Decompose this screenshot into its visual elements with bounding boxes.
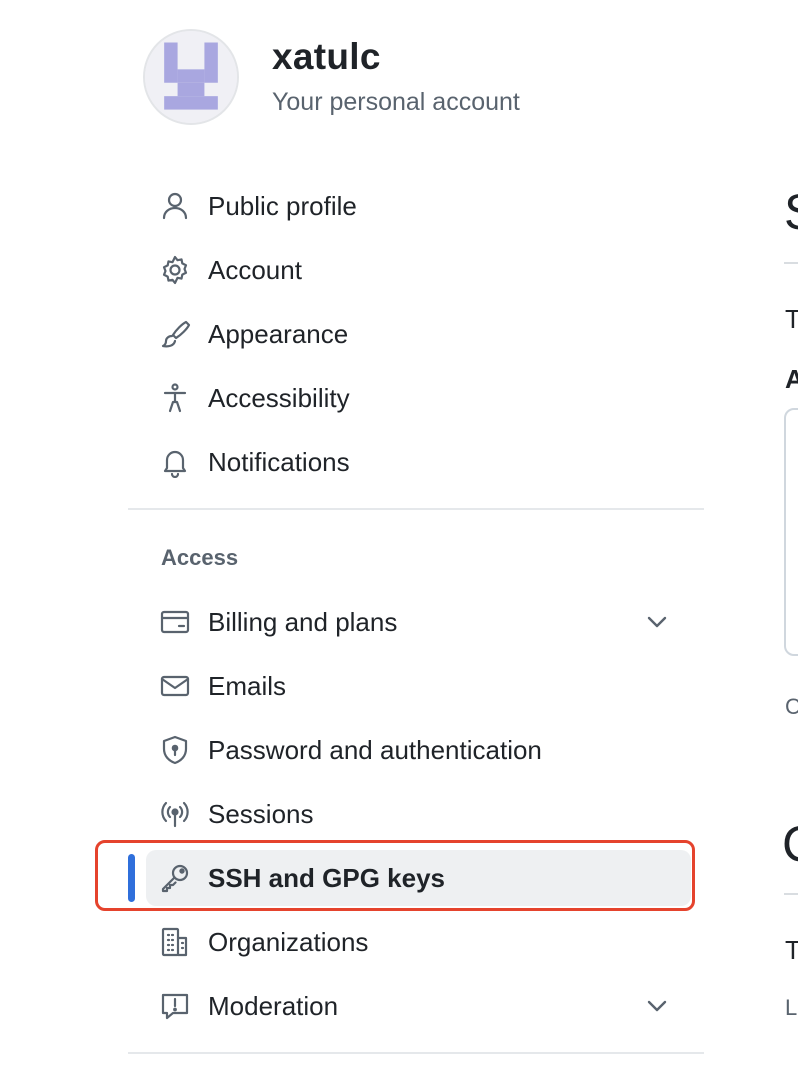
sidebar-item-label: Public profile xyxy=(208,190,357,221)
broadcast-icon xyxy=(158,797,192,831)
sidebar-item-label: Appearance xyxy=(208,318,349,349)
account-username[interactable]: xatulc xyxy=(272,36,381,78)
sidebar-item-billing[interactable]: Billing and plans xyxy=(146,594,691,650)
person-icon xyxy=(158,189,192,223)
sidebar-item-label: Moderation xyxy=(208,990,339,1021)
highlight-annotation xyxy=(95,840,695,911)
sidebar-item-label: Billing and plans xyxy=(208,606,398,637)
paintbrush-icon xyxy=(158,317,192,351)
chevron-down-icon[interactable] xyxy=(643,608,671,636)
page-heading-fragment: S xyxy=(784,183,798,241)
account-subtitle: Your personal account xyxy=(272,88,520,116)
organization-icon xyxy=(158,925,192,959)
mail-icon xyxy=(158,669,192,703)
sidebar-item-notifications[interactable]: Notifications xyxy=(146,434,691,490)
sidebar-item-label: Password and authentication xyxy=(208,734,542,765)
section-heading-fragment: C xyxy=(782,815,798,873)
access-section-heading: Access xyxy=(161,545,239,570)
sidebar-item-label: Emails xyxy=(208,670,287,701)
settings-page: xatulc Your personal account Public prof… xyxy=(0,0,798,1080)
sidebar-item-public-profile[interactable]: Public profile xyxy=(146,178,691,234)
content-label-fragment: A xyxy=(785,364,798,394)
content-text-fragment: T xyxy=(785,304,798,334)
sidebar-item-label: Notifications xyxy=(208,446,350,477)
sidebar-divider xyxy=(128,1052,704,1054)
sidebar-item-label: Accessibility xyxy=(208,382,350,413)
content-text-fragment: T xyxy=(785,935,798,965)
identicon-icon xyxy=(145,31,237,123)
sidebar-item-appearance[interactable]: Appearance xyxy=(146,306,691,362)
content-box xyxy=(784,408,798,656)
sidebar-item-accessibility[interactable]: Accessibility xyxy=(146,370,691,426)
chevron-down-icon[interactable] xyxy=(643,992,671,1020)
sidebar-item-sessions[interactable]: Sessions xyxy=(146,786,691,842)
sidebar-divider xyxy=(128,508,704,510)
sidebar-item-label: Organizations xyxy=(208,926,369,957)
content-divider xyxy=(784,262,798,264)
content-note-fragment: L xyxy=(785,995,798,1020)
sidebar-item-account[interactable]: Account xyxy=(146,242,691,298)
content-divider xyxy=(784,893,798,895)
sidebar-item-emails[interactable]: Emails xyxy=(146,658,691,714)
credit-card-icon xyxy=(158,605,192,639)
gear-icon xyxy=(158,253,192,287)
sidebar-item-label: Sessions xyxy=(208,798,314,829)
content-note-fragment: C xyxy=(785,694,798,719)
bell-icon xyxy=(158,445,192,479)
sidebar-item-password-auth[interactable]: Password and authentication xyxy=(146,722,691,778)
report-icon xyxy=(158,989,192,1023)
sidebar-item-label: Account xyxy=(208,254,302,285)
avatar[interactable] xyxy=(143,29,239,125)
shield-lock-icon xyxy=(158,733,192,767)
sidebar-item-moderation[interactable]: Moderation xyxy=(146,978,691,1034)
sidebar-item-organizations[interactable]: Organizations xyxy=(146,914,691,970)
accessibility-icon xyxy=(158,381,192,415)
